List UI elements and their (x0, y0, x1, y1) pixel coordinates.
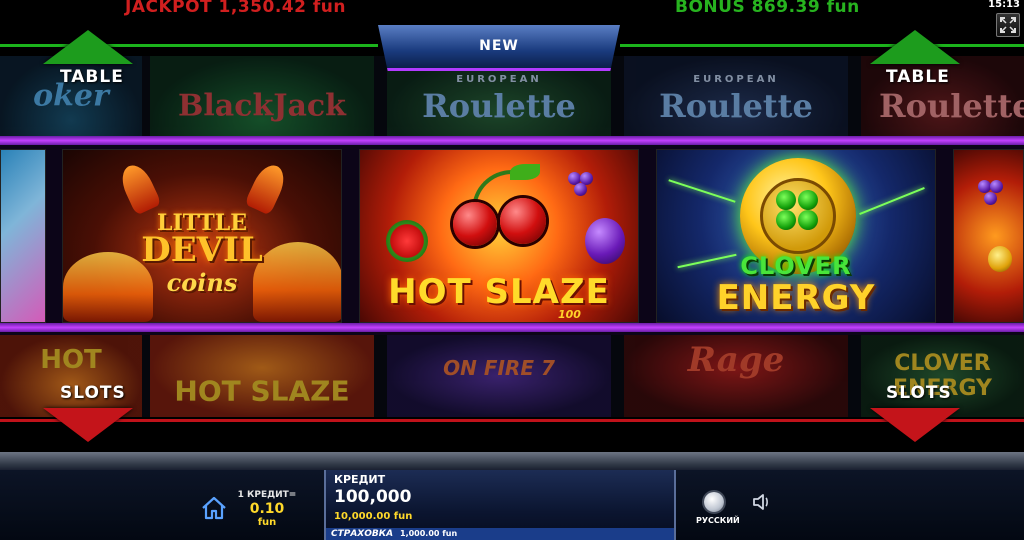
credit-rate-value: 0.10 (249, 501, 285, 517)
game-tile-clover-energy[interactable]: CLOVER ENERGY (861, 335, 1024, 417)
sound-icon (753, 494, 768, 510)
game-card-partial-right[interactable] (953, 149, 1024, 323)
table-up-arrow-left[interactable] (43, 30, 133, 64)
watermelon-icon (386, 220, 428, 262)
insurance-value: 1,000.00 fun (400, 529, 458, 538)
home-button[interactable] (201, 496, 227, 520)
lightning-decoration (859, 186, 925, 216)
lightning-decoration (668, 179, 736, 203)
language-label[interactable]: РУССКИЙ (696, 516, 740, 525)
bonus-display: BONUS 869.39 fun (675, 0, 860, 17)
bottom-separator (0, 452, 1024, 470)
bell-icon (988, 246, 1012, 272)
language-icon[interactable] (704, 492, 724, 512)
top-divider-right (620, 44, 1024, 47)
credit-title: КРЕДИТ (334, 473, 386, 486)
clover-icon (798, 190, 818, 210)
cherry-icon (453, 202, 497, 246)
game-title-line1: CLOVER (740, 252, 852, 280)
category-label-table-left[interactable]: TABLE (60, 67, 124, 87)
credit-value: 100,000 (334, 487, 412, 507)
fullscreen-button[interactable] (996, 13, 1020, 37)
tab-new-label: NEW (479, 38, 519, 54)
game-subtitle: 100 (558, 308, 581, 321)
game-card-hot-slaze-100[interactable]: HOT SLAZE 100 (359, 149, 639, 323)
featured-border-bottom (0, 323, 1024, 332)
devil-horn-left (116, 160, 162, 216)
game-title-line2: DEVIL (141, 230, 263, 270)
table-up-arrow-right[interactable] (870, 30, 960, 64)
game-tile-blackjack[interactable]: BlackJack (150, 56, 374, 136)
category-label-slots-right[interactable]: SLOTS (886, 383, 952, 403)
grape-icon (574, 183, 587, 196)
clover-icon (776, 190, 796, 210)
game-title-line2: ENERGY (716, 278, 876, 318)
slots-down-arrow-right[interactable] (870, 408, 960, 442)
grape-icon (990, 180, 1003, 193)
cherry-leaf (510, 164, 540, 180)
credit-rate-label: 1 КРЕДИТ= (237, 490, 297, 500)
credit-fun-value: 10,000.00 fun (334, 511, 413, 522)
game-tile-rage[interactable]: Rage (624, 335, 848, 417)
jackpot-display: JACKPOT 1,350.42 fun (125, 0, 346, 17)
game-card-clover-energy[interactable]: CLOVER ENERGY (656, 149, 936, 323)
devil-horn-right (244, 160, 290, 216)
clover-icon (798, 210, 818, 230)
slots-down-arrow-left[interactable] (43, 408, 133, 442)
insurance-label: СТРАХОВКА (331, 529, 394, 539)
game-card-partial-left[interactable] (0, 149, 46, 323)
clover-icon (776, 210, 796, 230)
cherry-icon (500, 198, 546, 244)
category-label-table-right[interactable]: TABLE (886, 67, 950, 87)
slots-games-row: HOT HOT SLAZE ON FIRE 7 Rage CLOVER ENER… (0, 335, 1024, 417)
game-tile-on-fire-7[interactable]: ON FIRE 7 (387, 335, 611, 417)
fullscreen-icon (1000, 17, 1016, 33)
sound-button[interactable] (751, 492, 773, 512)
game-title-line3: coins (166, 268, 238, 297)
game-title: HOT SLAZE (388, 272, 610, 312)
game-tile-hot-slaze[interactable]: HOT SLAZE (150, 335, 374, 417)
game-tile-hot[interactable]: HOT (0, 335, 142, 417)
credit-rate: 1 КРЕДИТ= 0.10 fun (236, 490, 298, 528)
category-label-slots-left[interactable]: SLOTS (60, 383, 126, 403)
credit-rate-unit: fun (257, 517, 277, 528)
game-tile-european-roulette-2[interactable]: EUROPEAN Roulette (624, 56, 848, 136)
clock: 15:13 (988, 0, 1020, 10)
featured-border-top (0, 136, 1024, 145)
home-icon (202, 496, 226, 520)
grape-icon (984, 192, 997, 205)
game-card-little-devil-coins[interactable]: LITTLE DEVIL coins (62, 149, 342, 323)
plum-icon (585, 218, 625, 264)
